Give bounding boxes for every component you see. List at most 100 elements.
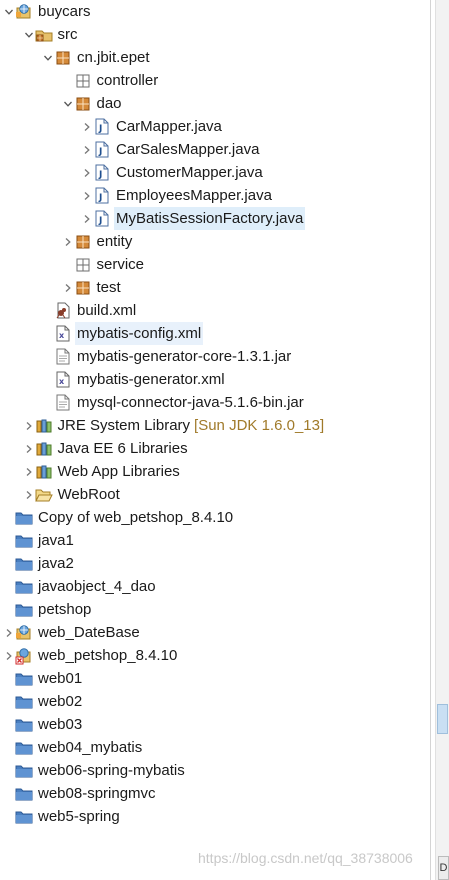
tree-item-label: CarMapper.java [116, 118, 222, 135]
collapsed-chevron-icon[interactable] [3, 621, 15, 644]
package-icon [54, 46, 72, 69]
source-folder-icon [35, 23, 53, 46]
library-icon [35, 437, 53, 460]
tree-item-label: petshop [38, 601, 92, 618]
tree-row[interactable]: java2 [3, 552, 76, 575]
tree-row[interactable]: entity [62, 230, 135, 253]
collapsed-chevron-icon[interactable] [81, 115, 93, 138]
tree-item-decoration: [Sun JDK 1.6.0_13] [194, 417, 325, 434]
tree-row[interactable]: controller [62, 69, 161, 92]
tree-row[interactable]: J CarMapper.java [81, 115, 224, 138]
tree-row[interactable]: J CarSalesMapper.java [81, 138, 261, 161]
tree-row[interactable]: src [23, 23, 80, 46]
tree-row[interactable]: web03 [3, 713, 84, 736]
tree-item-label: mybatis-generator-core-1.3.1.jar [77, 348, 292, 365]
expanded-chevron-icon[interactable] [23, 23, 35, 46]
expanded-chevron-icon[interactable] [62, 92, 74, 115]
package-empty-icon [74, 253, 92, 276]
tree-row[interactable]: mybatis-generator-core-1.3.1.jar [42, 345, 293, 368]
scrollbar-thumb[interactable] [437, 704, 448, 734]
tree-row[interactable]: mysql-connector-java-5.1.6-bin.jar [42, 391, 306, 414]
java-file-icon: J [93, 115, 111, 138]
tree-row[interactable]: J MyBatisSessionFactory.java [81, 207, 306, 230]
project-folder-icon [15, 782, 33, 805]
tree-item-label: EmployeesMapper.java [116, 187, 272, 204]
tree-item-label: web06-spring-mybatis [38, 762, 185, 779]
tree-row[interactable]: Copy of web_petshop_8.4.10 [3, 506, 235, 529]
tree-row[interactable]: javaobject_4_dao [3, 575, 158, 598]
tree-row[interactable]: Web App Libraries [23, 460, 182, 483]
tree-row[interactable]: x mybatis-generator.xml [42, 368, 227, 391]
tree-row[interactable]: service [62, 253, 147, 276]
collapsed-chevron-icon[interactable] [81, 184, 93, 207]
tree-row[interactable]: web04_mybatis [3, 736, 144, 759]
editor-tab-stub[interactable]: D [438, 856, 449, 880]
tree-row[interactable]: J EmployeesMapper.java [81, 184, 274, 207]
tree-row[interactable]: Java EE 6 Libraries [23, 437, 190, 460]
tree-item-label: controller [96, 72, 159, 89]
collapsed-chevron-icon[interactable] [23, 414, 35, 437]
tree-item-label: test [96, 279, 121, 296]
vertical-scrollbar[interactable] [435, 0, 449, 880]
tree-row[interactable]: web02 [3, 690, 84, 713]
tree-item-label: web_petshop_8.4.10 [38, 647, 178, 664]
package-icon [74, 92, 92, 115]
tree-row[interactable]: java1 [3, 529, 76, 552]
web-project-icon [15, 0, 33, 23]
package-icon [74, 276, 92, 299]
xml-file-icon: x [54, 322, 72, 345]
ant-build-icon [54, 299, 72, 322]
tree-row[interactable]: web06-spring-mybatis [3, 759, 187, 782]
tree-row[interactable]: petshop [3, 598, 93, 621]
tree-row[interactable]: x mybatis-config.xml [42, 322, 204, 345]
svg-text:x: x [59, 377, 65, 386]
collapsed-chevron-icon[interactable] [81, 161, 93, 184]
collapsed-chevron-icon[interactable] [23, 460, 35, 483]
tree-item-label: web_DateBase [38, 624, 140, 641]
tree-row[interactable]: cn.jbit.epet [42, 46, 152, 69]
collapsed-chevron-icon[interactable] [23, 483, 35, 506]
library-icon [35, 414, 53, 437]
project-folder-icon [15, 736, 33, 759]
java-file-icon: J [93, 161, 111, 184]
expanded-chevron-icon[interactable] [3, 0, 15, 23]
tree-row[interactable]: web01 [3, 667, 84, 690]
tree-row[interactable]: web5-spring [3, 805, 122, 828]
collapsed-chevron-icon[interactable] [62, 230, 74, 253]
collapsed-chevron-icon[interactable] [23, 437, 35, 460]
tree-row[interactable]: buycars [3, 0, 93, 23]
project-folder-icon [15, 690, 33, 713]
tree-item-label: dao [96, 95, 122, 112]
project-folder-icon [15, 713, 33, 736]
tree-item-label: mysql-connector-java-5.1.6-bin.jar [77, 394, 304, 411]
tree-row[interactable]: dao [62, 92, 124, 115]
svg-text:J: J [98, 124, 102, 134]
collapsed-chevron-icon[interactable] [62, 276, 74, 299]
tree-row[interactable]: J CustomerMapper.java [81, 161, 265, 184]
tree-row[interactable]: web_DateBase [3, 621, 142, 644]
expanded-chevron-icon[interactable] [42, 46, 54, 69]
tree-row[interactable]: web08-springmvc [3, 782, 158, 805]
tree-row[interactable]: test [62, 276, 123, 299]
collapsed-chevron-icon[interactable] [81, 138, 93, 161]
tree-row[interactable]: WebRoot [23, 483, 122, 506]
tree-row[interactable]: JRE System Library [Sun JDK 1.6.0_13] [23, 414, 325, 437]
svg-text:J: J [98, 216, 102, 226]
tree-row[interactable]: build.xml [42, 299, 138, 322]
collapsed-chevron-icon[interactable] [3, 644, 15, 667]
project-folder-icon [15, 759, 33, 782]
tree-row[interactable]: web_petshop_8.4.10 [3, 644, 179, 667]
collapsed-chevron-icon[interactable] [81, 207, 93, 230]
tree-item-label: Java EE 6 Libraries [57, 440, 188, 457]
web-project-error-icon [15, 644, 33, 667]
watermark: https://blog.csdn.net/qq_38738006 [198, 850, 413, 866]
tree-item-label: web04_mybatis [38, 739, 143, 756]
